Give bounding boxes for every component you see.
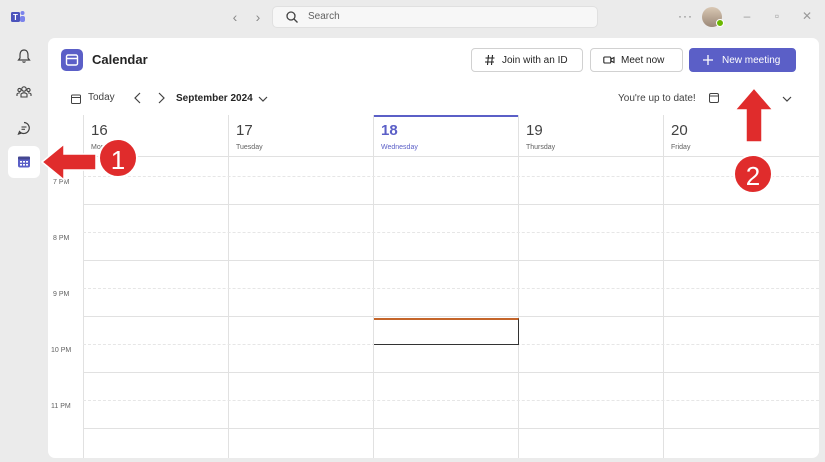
time-label: 10 PM [51, 347, 72, 354]
plus-icon [703, 55, 713, 65]
join-with-id-button[interactable]: Join with an ID [471, 48, 583, 72]
search-icon [286, 11, 298, 23]
today-button[interactable]: Today [88, 92, 115, 103]
hour-line [83, 316, 819, 317]
selected-time-slot[interactable] [374, 318, 519, 345]
more-options-icon[interactable]: ··· [678, 9, 693, 23]
teams-people-icon[interactable] [10, 78, 38, 106]
minimize-icon[interactable]: – [740, 9, 754, 23]
half-hour-line [83, 400, 819, 401]
calendar-rail-icon[interactable] [10, 148, 38, 176]
month-label[interactable]: September 2024 [176, 93, 253, 104]
title-bar: T ‹ › Search ··· – ▫ ✕ [0, 0, 825, 34]
new-meeting-button[interactable]: New meeting [689, 48, 796, 72]
search-placeholder: Search [308, 11, 340, 22]
presence-status-icon [716, 19, 724, 27]
view-calendar-icon[interactable] [708, 92, 720, 104]
day-name: Thursday [526, 144, 556, 151]
video-camera-icon [603, 56, 615, 64]
day-number[interactable]: 19 [526, 122, 543, 139]
day-name: Friday [671, 144, 691, 151]
annotation-arrow-up-icon [733, 86, 775, 143]
next-week-icon[interactable] [156, 92, 166, 104]
chevron-down-icon[interactable] [258, 95, 268, 103]
prev-week-icon[interactable] [133, 92, 143, 104]
page-title: Calendar [92, 52, 148, 67]
day-name-today: Wednesday [381, 144, 418, 151]
svg-text:T: T [13, 13, 18, 22]
meet-now-label: Meet now [621, 54, 665, 66]
calendar-panel: Calendar Join with an ID Meet now New me… [48, 38, 819, 458]
day-number[interactable]: 20 [671, 122, 688, 139]
time-label: 8 PM [53, 235, 70, 242]
sync-status: You're up to date! [618, 93, 696, 104]
join-with-id-label: Join with an ID [502, 54, 568, 66]
day-divider [663, 115, 664, 458]
half-hour-line [83, 232, 819, 233]
hour-line [83, 204, 819, 205]
header-divider [48, 156, 819, 157]
time-label: 9 PM [53, 291, 70, 298]
hash-icon [485, 54, 495, 66]
day-name: Tuesday [236, 144, 263, 151]
new-meeting-label: New meeting [722, 54, 781, 66]
today-indicator [374, 115, 518, 117]
day-number[interactable]: 16 [91, 122, 108, 139]
day-divider [518, 115, 519, 458]
hour-line [83, 372, 819, 373]
hour-line [83, 260, 819, 261]
maximize-icon[interactable]: ▫ [770, 9, 784, 23]
teams-logo-icon: T [11, 11, 25, 22]
chat-icon[interactable] [10, 114, 38, 142]
close-icon[interactable]: ✕ [800, 9, 814, 23]
day-number[interactable]: 17 [236, 122, 253, 139]
view-chevron-down-icon[interactable] [782, 95, 792, 103]
hour-line [83, 428, 819, 429]
activity-bell-icon[interactable] [10, 42, 38, 70]
search-box[interactable]: Search [272, 6, 598, 28]
forward-arrow-icon[interactable]: › [250, 9, 266, 25]
time-label: 11 PM [51, 403, 71, 410]
annotation-arrow-left-icon [40, 142, 97, 182]
annotation-badge-2: 2 [733, 154, 773, 194]
day-number-today[interactable]: 18 [381, 122, 398, 139]
half-hour-line [83, 176, 819, 177]
day-divider [228, 115, 229, 458]
back-arrow-icon[interactable]: ‹ [227, 9, 243, 25]
meet-now-button[interactable]: Meet now [590, 48, 683, 72]
today-calendar-icon [71, 94, 81, 104]
half-hour-line [83, 288, 819, 289]
annotation-badge-1: 1 [98, 138, 138, 178]
day-divider [373, 115, 374, 458]
calendar-app-icon [61, 49, 83, 71]
